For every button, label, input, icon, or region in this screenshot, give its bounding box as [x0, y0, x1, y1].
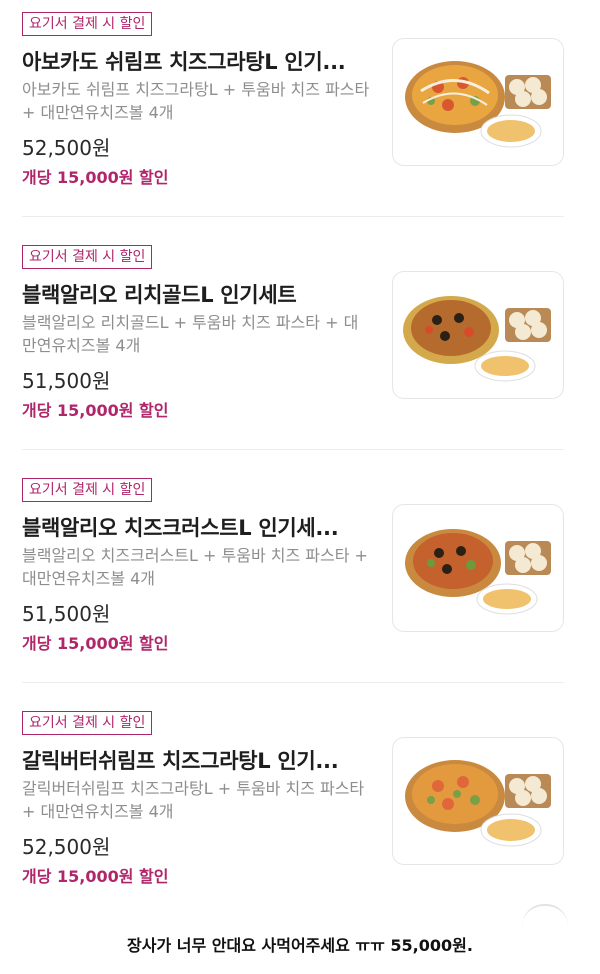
- per-item-discount: 개당 15,000원 할인: [22, 401, 169, 420]
- product-description: 갈릭버터쉬림프 치즈그라탕L + 투움바 치즈 파스타 + 대만연유치즈볼 4개: [22, 779, 365, 821]
- pizza-set-icon: [403, 296, 551, 382]
- pizza-set-image[interactable]: [392, 38, 564, 166]
- item-divider: [22, 682, 564, 683]
- product-title[interactable]: 블랙알리오 리치골드L 인기세트: [22, 279, 372, 309]
- discount-badge: 요기서 결제 시 할인: [22, 12, 153, 36]
- discount-badge: 요기서 결제 시 할인: [22, 245, 153, 269]
- product-price: 52,500원: [22, 136, 111, 160]
- product-item[interactable]: 요기서 결제 시 할인 블랙알리오 리치골드L 인기세트 블랙알리오 리치골드L…: [0, 233, 600, 465]
- pizza-set-icon: [405, 529, 551, 615]
- pizza-set-image[interactable]: [392, 271, 564, 399]
- product-title[interactable]: 갈릭버터쉬림프 치즈그라탕L 인기...: [22, 745, 372, 775]
- product-item[interactable]: 요기서 결제 시 할인 갈릭버터쉬림프 치즈그라탕L 인기... 갈릭버터쉬림프…: [0, 699, 600, 931]
- per-item-discount: 개당 15,000원 할인: [22, 168, 169, 187]
- product-item[interactable]: 요기서 결제 시 할인 블랙알리오 치즈크러스트L 인기세... 블랙알리오 치…: [0, 466, 600, 698]
- product-description: 블랙알리오 리치골드L + 투움바 치즈 파스타 + 대만연유치즈볼 4개: [22, 313, 359, 355]
- discount-badge: 요기서 결제 시 할인: [22, 711, 153, 735]
- product-item[interactable]: 요기서 결제 시 할인 아보카도 쉬림프 치즈그라탕L 인기... 아보카도 쉬…: [0, 0, 600, 232]
- product-price: 52,500원: [22, 835, 111, 859]
- product-title[interactable]: 아보카도 쉬림프 치즈그라탕L 인기...: [22, 46, 372, 76]
- discount-badge: 요기서 결제 시 할인: [22, 478, 153, 502]
- pizza-set-image[interactable]: [392, 504, 564, 632]
- product-price: 51,500원: [22, 369, 111, 393]
- item-divider: [22, 449, 564, 450]
- per-item-discount: 개당 15,000원 할인: [22, 867, 169, 886]
- pizza-set-icon: [405, 61, 551, 148]
- product-price: 51,500원: [22, 602, 111, 626]
- pizza-set-icon: [405, 760, 551, 847]
- per-item-discount: 개당 15,000원 할인: [22, 634, 169, 653]
- product-description: 블랙알리오 치즈크러스트L + 투움바 치즈 파스타 + 대만연유치즈볼 4개: [22, 546, 368, 588]
- product-title[interactable]: 블랙알리오 치즈크러스트L 인기세...: [22, 512, 372, 542]
- post-caption: 장사가 너무 안대요 사먹어주세요 ㅠㅠ 55,000원.: [127, 936, 473, 955]
- product-description: 아보카도 쉬림프 치즈그라탕L + 투움바 치즈 파스타 + 대만연유치즈볼 4…: [22, 80, 370, 122]
- item-divider: [22, 216, 564, 217]
- pizza-set-image[interactable]: [392, 737, 564, 865]
